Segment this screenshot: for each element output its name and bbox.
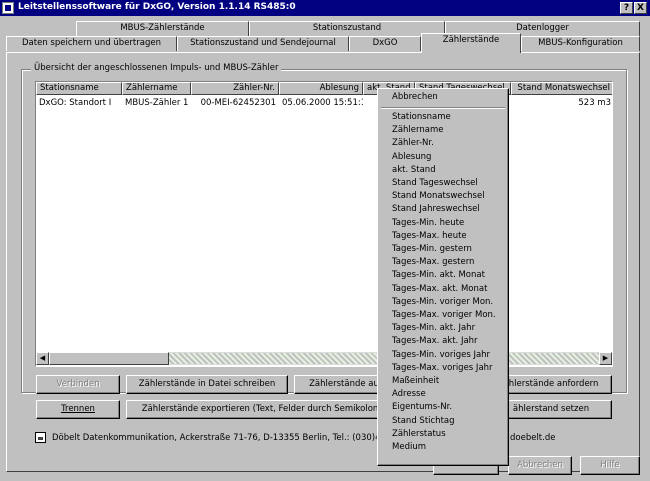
meter-list[interactable]: Stationsname Zählername Zähler-Nr. Ables… [35,81,613,367]
scroll-right-button[interactable]: ▶ [599,352,612,365]
title-bar: Leitstellenssoftware für DxGO, Version 1… [0,0,650,16]
menu-item-column[interactable]: Stand Monatswechsel [392,190,485,203]
scroll-left-button[interactable]: ◀ [36,352,49,365]
cell-zaehlername: MBUS-Zähler 1 [125,98,189,108]
window-title: Leitstellenssoftware für DxGO, Version 1… [18,2,296,12]
menu-item-column[interactable]: Tages-Min. voriger Mon. [392,296,493,309]
tab-dxgo[interactable]: DxGO [349,36,421,51]
cell-stationsname: DxGO: Standort I [39,98,112,108]
tab-daten-speichern[interactable]: Daten speichern und übertragen [6,36,177,51]
menu-item-column[interactable]: Tages-Min. akt. Jahr [392,322,475,335]
column-header-stand-monatswechsel[interactable]: Stand Monatswechsel [511,82,612,95]
menu-item-column[interactable]: Zählername [392,124,443,137]
menu-item-column[interactable]: Tages-Max. heute [392,230,467,243]
menu-item-column[interactable]: Stand Jahreswechsel [392,203,480,216]
menu-item-column[interactable]: Tages-Min. gestern [392,243,472,256]
menu-item-column[interactable]: Tages-Max. akt. Monat [392,283,487,296]
abbrechen-button[interactable]: Abbrechen [508,456,572,475]
column-header-stationsname[interactable]: Stationsname [36,82,122,95]
group-title: Übersicht der angeschlossenen Impuls- un… [31,63,282,73]
verbinden-button[interactable]: Verbinden [36,375,120,394]
tab-mbus-konfiguration[interactable]: MBUS-Konfiguration [521,36,640,51]
menu-item-column[interactable]: Zählerstatus [392,428,446,441]
tab-zaehlerstaende[interactable]: Zählerstände [421,33,521,53]
cell-stand-monatswechsel: 523 m3 [578,98,611,108]
scroll-thumb[interactable] [49,352,169,365]
menu-item-column[interactable]: Stationsname [392,111,451,124]
menu-item-column[interactable]: Tages-Max. voriger Mon. [392,309,496,322]
menu-item-column[interactable]: Tages-Max. akt. Jahr [392,335,478,348]
menu-item-column[interactable]: Zähler-Nr. [392,137,434,150]
menu-item-column[interactable]: Tages-Max. gestern [392,256,474,269]
cell-zaehler-nr: 00-MEI-62452301 [200,98,276,108]
menu-item-column[interactable]: Tages-Max. voriges Jahr [392,362,493,375]
column-header-zaehler-nr[interactable]: Zähler-Nr. [191,82,279,95]
app-icon [2,2,14,14]
menu-item-column[interactable]: Stand Stichtag [392,415,455,428]
menu-item-column[interactable]: akt. Stand [392,164,436,177]
tab-mbus-zaehlerstaende[interactable]: MBUS-Zählerstände [76,21,249,36]
menu-item-column[interactable]: Medium [392,441,426,454]
menu-item-column[interactable]: Maßeinheit [392,375,439,388]
menu-item-column[interactable]: Tages-Min. voriges Jahr [392,349,490,362]
export-button[interactable]: Zählerstände exportieren (Text, Felder d… [126,400,394,419]
column-context-menu: Abbrechen Stationsname Zählername Zähler-N… [377,88,509,466]
trennen-button[interactable]: Trennen [36,400,120,419]
company-info: Döbelt Datenkommunikation, Ackerstraße 7… [52,433,413,443]
cell-ablesung: 05.06.2000 15:51:15 [282,98,363,108]
menu-item-column[interactable]: Ablesung [392,151,431,164]
menu-item-column[interactable]: Stand Tageswechsel [392,177,478,190]
menu-item-column[interactable]: Eigentums-Nr. [392,401,452,414]
column-header-zaehlername[interactable]: Zählername [122,82,191,95]
menu-item-column[interactable]: Tages-Min. akt. Monat [392,269,485,282]
close-button[interactable]: X [634,2,647,14]
menu-item-column[interactable]: Adresse [392,388,426,401]
hilfe-button[interactable]: Hilfe [580,456,640,475]
company-icon [35,432,46,443]
menu-item-column[interactable]: Tages-Min. heute [392,217,464,230]
horizontal-scrollbar[interactable]: ◀ ▶ [36,352,612,365]
help-button[interactable]: ? [620,2,633,14]
menu-item-abbrechen[interactable]: Abbrechen [392,91,438,104]
menu-separator [381,107,505,109]
write-to-file-button[interactable]: Zählerstände in Datei schreiben [126,375,288,394]
tab-stationszustand[interactable]: Stationszustand [249,21,445,36]
column-header-ablesung[interactable]: Ablesung [279,82,363,95]
tab-stationszustand-sendejournal[interactable]: Stationszustand und Sendejournal [177,36,349,51]
company-website: doebelt.de [510,433,556,443]
